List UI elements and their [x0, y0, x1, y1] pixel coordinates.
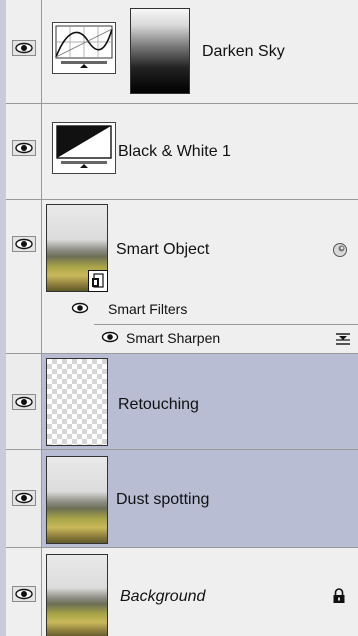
- curves-adjustment-icon[interactable]: [52, 22, 116, 74]
- visibility-column: [6, 354, 42, 449]
- layer-row-black-white-1[interactable]: Black & White 1: [6, 104, 358, 200]
- layer-thumbnail[interactable]: [46, 358, 108, 446]
- layer-row-retouching[interactable]: Retouching: [6, 354, 358, 450]
- eye-icon[interactable]: [12, 394, 36, 410]
- layer-name[interactable]: Background: [120, 588, 205, 606]
- filter-divider: [94, 324, 358, 325]
- smart-filters-label[interactable]: Smart Filters: [108, 301, 187, 317]
- eye-icon[interactable]: [100, 330, 120, 344]
- layer-name[interactable]: Smart Object: [116, 241, 209, 259]
- visibility-column: [6, 450, 42, 547]
- layer-thumbnail[interactable]: [46, 204, 108, 292]
- layer-row-background[interactable]: Background: [6, 548, 358, 636]
- eye-icon[interactable]: [12, 490, 36, 506]
- smart-object-icon: [88, 270, 108, 292]
- eye-icon[interactable]: [12, 140, 36, 156]
- layer-name[interactable]: Dust spotting: [116, 491, 209, 509]
- visibility-column: [6, 200, 42, 353]
- transparency-checkerboard: [47, 359, 107, 445]
- eye-icon[interactable]: [12, 236, 36, 252]
- eye-icon[interactable]: [70, 301, 90, 315]
- smart-filter-indicator-icon[interactable]: [332, 242, 348, 258]
- layer-thumbnail[interactable]: [46, 456, 108, 544]
- layers-panel: Darken Sky Black & White 1 Smart Object …: [0, 0, 358, 636]
- layer-row-darken-sky[interactable]: Darken Sky: [6, 0, 358, 104]
- visibility-column: [6, 104, 42, 199]
- layer-name[interactable]: Retouching: [118, 396, 199, 414]
- smart-sharpen-label[interactable]: Smart Sharpen: [126, 330, 220, 346]
- lock-icon[interactable]: [332, 588, 346, 604]
- layer-mask-thumbnail[interactable]: [130, 8, 190, 94]
- photo-thumbnail: [47, 457, 107, 543]
- visibility-column: [6, 0, 42, 103]
- filter-blending-options-icon[interactable]: [334, 332, 352, 346]
- visibility-column: [6, 548, 42, 636]
- layer-row-smart-object[interactable]: Smart Object Smart Filters Smart Sharpen: [6, 200, 358, 354]
- layer-name[interactable]: Black & White 1: [118, 143, 231, 161]
- layer-row-dust-spotting[interactable]: Dust spotting: [6, 450, 358, 548]
- photo-thumbnail: [47, 555, 107, 636]
- black-white-adjustment-icon[interactable]: [52, 122, 116, 174]
- eye-icon[interactable]: [12, 40, 36, 56]
- layer-thumbnail[interactable]: [46, 554, 108, 636]
- eye-icon[interactable]: [12, 586, 36, 602]
- mask-gradient-fill: [131, 9, 189, 93]
- layer-name[interactable]: Darken Sky: [202, 43, 285, 61]
